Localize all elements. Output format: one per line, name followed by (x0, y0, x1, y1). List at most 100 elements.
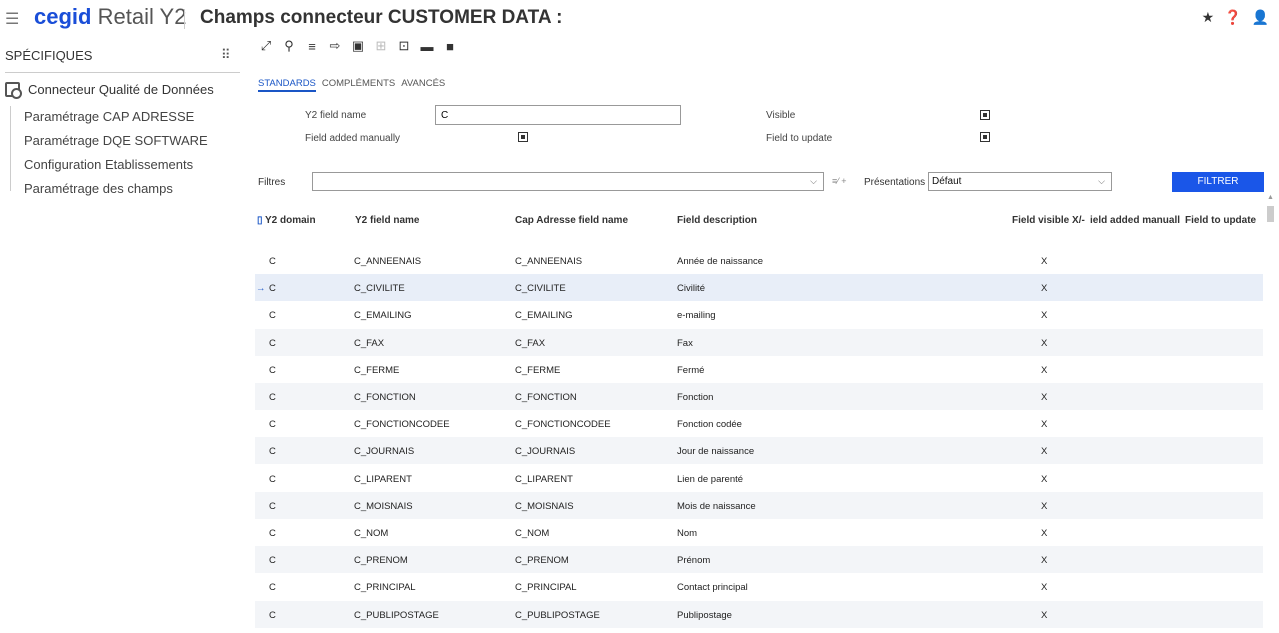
cell-field-name: C_FONCTIONCODEE (354, 419, 450, 431)
cell-domain: C (269, 528, 276, 539)
expand-icon[interactable]: ⤢ (258, 38, 274, 54)
cell-field-name: C_LIPARENT (354, 473, 412, 485)
table-row[interactable]: C C_MOISNAIS C_MOISNAIS Mois de naissance X (255, 491, 1263, 519)
cell-cap-field-name: C_ANNEENAIS (515, 256, 583, 267)
sidebar-item-configuration[interactable]: Configuration Etablissements (24, 157, 193, 172)
scroll-thumb[interactable] (1267, 206, 1274, 222)
cell-cap-field-name: C_FONCTION (515, 392, 577, 403)
field-added-manually-label: Field added manually (305, 133, 401, 144)
print-icon[interactable]: ▬ (419, 39, 435, 54)
cell-description: Contact principal (677, 582, 748, 594)
cell-field-name: C_JOURNAIS (354, 446, 415, 458)
table-row[interactable]: C C_FAX C_FAX Fax X (255, 328, 1263, 356)
presentations-select[interactable]: Défaut ⌵ (928, 172, 1112, 191)
table-row[interactable]: C C_EMAILING C_EMAILING e-mailing X (255, 301, 1263, 328)
add-record-icon[interactable]: ▣ (350, 38, 366, 54)
cell-description: Fonction (677, 392, 714, 403)
tab-complements[interactable]: COMPLÉMENTS (322, 78, 395, 92)
table-row[interactable]: C C_PRENOM C_PRENOM Prénom X (255, 546, 1263, 574)
import-icon[interactable]: ⊡ (396, 38, 412, 54)
filtrer-button[interactable]: FILTRER (1172, 172, 1264, 192)
visible-checkbox[interactable] (980, 110, 990, 120)
table-row[interactable]: C C_PUBLIPOSTAGE C_PUBLIPOSTAGE Publipostag… (255, 600, 1263, 628)
table-row[interactable]: C C_JOURNAIS C_JOURNAIS Jour de naissance X (255, 437, 1263, 465)
list-edit-icon[interactable]: ≡ (304, 39, 320, 54)
add-filter-icon[interactable]: + (841, 176, 846, 186)
grid-header: ▯ Y2 domain Y2 field name Cap Adresse fi… (255, 206, 1263, 234)
binoculars-icon[interactable]: ⚲ (281, 38, 297, 54)
current-row-arrow-icon: → (256, 283, 266, 295)
brand-logo[interactable]: cegid Retail Y2 (34, 4, 186, 30)
column-chooser-icon[interactable]: ▯ (257, 215, 263, 226)
cell-description: Fonction codée (677, 419, 742, 431)
cell-visible: X (1041, 582, 1048, 594)
cell-visible: X (1041, 337, 1048, 349)
field-to-update-label: Field to update (766, 133, 833, 144)
cell-visible: X (1041, 528, 1048, 539)
cell-description: Mois de naissance (677, 500, 756, 512)
table-row[interactable]: C C_FERME C_FERME Fermé X (255, 356, 1263, 383)
cell-domain: C (269, 256, 276, 267)
cell-field-name: C_FONCTION (354, 392, 416, 403)
cell-field-name: C_PRENOM (354, 555, 408, 567)
tab-avances[interactable]: AVANCÉS (401, 78, 445, 92)
table-row[interactable]: C C_FONCTION C_FONCTION Fonction X (255, 383, 1263, 410)
field-added-manually-checkbox[interactable] (518, 132, 528, 142)
cell-visible: X (1041, 555, 1048, 567)
presentations-value: Défaut (932, 176, 962, 187)
sidebar-divider (5, 72, 240, 73)
grid-menu-icon[interactable]: ⠿ (221, 47, 231, 63)
table-row[interactable]: C C_NOM C_NOM Nom X (255, 519, 1263, 546)
table-row[interactable]: → C C_CIVILITE C_CIVILITE Civilité X (255, 274, 1263, 302)
col-field-visible[interactable]: Field visible X/- (1012, 215, 1085, 226)
cell-field-name: C_MOISNAIS (354, 500, 413, 512)
col-field-description[interactable]: Field description (677, 215, 757, 226)
folder-icon[interactable]: ■ (442, 39, 458, 54)
cell-cap-field-name: C_NOM (515, 528, 550, 539)
cell-visible: X (1041, 392, 1048, 403)
y2-field-name-input[interactable] (435, 105, 681, 125)
export-icon[interactable]: ⇨ (327, 38, 343, 54)
table-row[interactable]: C C_FONCTIONCODEE C_FONCTIONCODEE Fonction … (255, 410, 1263, 437)
star-icon[interactable]: ★ (1202, 9, 1215, 26)
cell-domain: C (269, 337, 276, 349)
sidebar-main-item[interactable]: Connecteur Qualité de Données (5, 82, 214, 99)
cell-cap-field-name: C_LIPARENT (515, 473, 573, 485)
y2-field-name-label: Y2 field name (305, 110, 367, 121)
col-cap-field-name[interactable]: Cap Adresse field name (515, 215, 628, 226)
cell-visible: X (1041, 609, 1048, 621)
table-row[interactable]: C C_PRINCIPAL C_PRINCIPAL Contact principal… (255, 573, 1263, 600)
sidebar-item-cap-adresse[interactable]: Paramétrage CAP ADRESSE (24, 109, 194, 124)
cell-cap-field-name: C_JOURNAIS (515, 446, 576, 458)
filtres-select[interactable]: ⌵ (312, 172, 824, 191)
user-icon[interactable]: 👤 (1252, 9, 1269, 26)
chevron-down-icon: ⌵ (1098, 176, 1105, 186)
cell-domain: C (269, 555, 276, 567)
help-icon[interactable]: ❓ (1224, 9, 1241, 26)
sidebar-item-parametrage-champs[interactable]: Paramétrage des champs (24, 181, 173, 196)
cell-field-name: C_EMAILING (354, 310, 412, 322)
filter-edit-icon[interactable]: ≡⁄ (832, 176, 839, 186)
sidebar-item-dqe-software[interactable]: Paramétrage DQE SOFTWARE (24, 133, 208, 148)
cell-field-name: C_NOM (354, 528, 389, 539)
field-to-update-checkbox[interactable] (980, 132, 990, 142)
cell-cap-field-name: C_FERME (515, 364, 561, 376)
col-y2-field-name[interactable]: Y2 field name (355, 215, 419, 226)
col-field-added-manually[interactable]: ield added manuall (1090, 215, 1180, 226)
grid-scrollbar[interactable]: ▲ (1266, 194, 1275, 626)
tab-standards[interactable]: STANDARDS (258, 78, 316, 92)
scroll-up-icon[interactable]: ▲ (1267, 194, 1274, 201)
cell-cap-field-name: C_PUBLIPOSTAGE (515, 609, 600, 621)
page-title: Champs connecteur CUSTOMER DATA : (200, 7, 563, 28)
sidebar-main-label: Connecteur Qualité de Données (28, 82, 214, 97)
cell-visible: X (1041, 473, 1048, 485)
col-field-to-update[interactable]: Field to update (1185, 215, 1256, 226)
col-y2-domain[interactable]: Y2 domain (265, 215, 316, 226)
cell-cap-field-name: C_CIVILITE (515, 283, 566, 295)
cell-visible: X (1041, 419, 1048, 431)
table-row[interactable]: C C_LIPARENT C_LIPARENT Lien de parenté X (255, 465, 1263, 492)
menu-icon[interactable]: ☰ (5, 9, 19, 29)
brand-secondary: Retail Y2 (97, 4, 187, 29)
table-row[interactable]: C C_ANNEENAIS C_ANNEENAIS Année de naissanc… (255, 247, 1263, 274)
data-grid: ▯ Y2 domain Y2 field name Cap Adresse fi… (255, 206, 1263, 633)
